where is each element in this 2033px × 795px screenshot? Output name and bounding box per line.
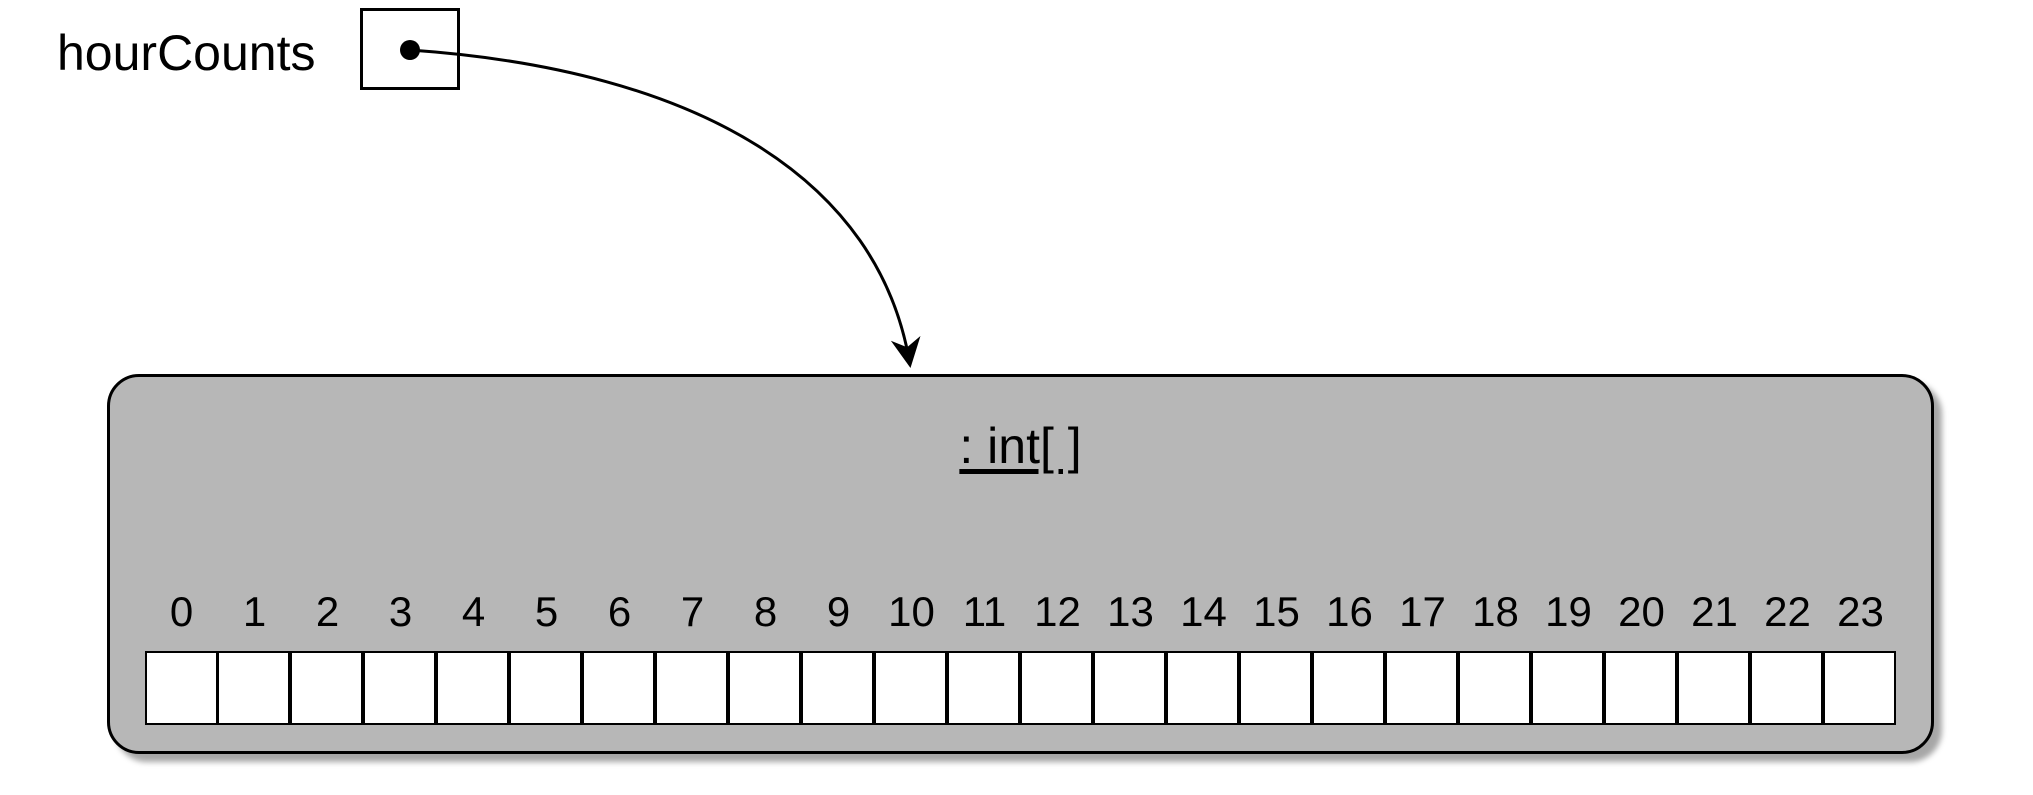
array-cell: 15 bbox=[1240, 587, 1313, 725]
array-cell-box bbox=[1604, 651, 1677, 725]
array-index-label: 18 bbox=[1472, 587, 1519, 637]
array-cell-box bbox=[874, 651, 947, 725]
array-cell: 12 bbox=[1021, 587, 1094, 725]
array-index-label: 5 bbox=[535, 587, 558, 637]
array-index-label: 21 bbox=[1691, 587, 1738, 637]
array-cell-box bbox=[801, 651, 874, 725]
object-type-label: : int[ ] bbox=[959, 417, 1081, 475]
array-cell: 2 bbox=[291, 587, 364, 725]
array-cell-box bbox=[1385, 651, 1458, 725]
array-cell: 11 bbox=[948, 587, 1021, 725]
array-index-label: 19 bbox=[1545, 587, 1592, 637]
array-cell-box bbox=[728, 651, 801, 725]
array-cell-box bbox=[509, 651, 582, 725]
array-cell: 6 bbox=[583, 587, 656, 725]
array-cell-box bbox=[1531, 651, 1604, 725]
array-cell: 23 bbox=[1824, 587, 1897, 725]
variable-name-label: hourCounts bbox=[57, 24, 316, 82]
array-cell-box bbox=[290, 651, 363, 725]
array-cell-box bbox=[1312, 651, 1385, 725]
array-cell-box bbox=[1750, 651, 1823, 725]
array-cell: 10 bbox=[875, 587, 948, 725]
array-cell: 14 bbox=[1167, 587, 1240, 725]
array-index-label: 4 bbox=[462, 587, 485, 637]
array-index-label: 12 bbox=[1034, 587, 1081, 637]
array-index-label: 15 bbox=[1253, 587, 1300, 637]
array-index-label: 2 bbox=[316, 587, 339, 637]
array-index-label: 11 bbox=[963, 587, 1007, 637]
array-cell: 0 bbox=[145, 587, 218, 725]
array-cell-box bbox=[1020, 651, 1093, 725]
reference-dot-icon bbox=[400, 40, 420, 60]
array-cell: 16 bbox=[1313, 587, 1386, 725]
diagram-canvas: hourCounts : int[ ] 01234567891011121314… bbox=[0, 0, 2033, 795]
array-cell: 18 bbox=[1459, 587, 1532, 725]
array-cell: 1 bbox=[218, 587, 291, 725]
array-cell: 13 bbox=[1094, 587, 1167, 725]
array-cell-box bbox=[1677, 651, 1750, 725]
array-index-label: 6 bbox=[608, 587, 631, 637]
array-cell-box bbox=[655, 651, 728, 725]
array-index-label: 22 bbox=[1764, 587, 1811, 637]
array-cell-box bbox=[582, 651, 655, 725]
array-cell: 9 bbox=[802, 587, 875, 725]
array-cell: 4 bbox=[437, 587, 510, 725]
array-cell-box bbox=[1239, 651, 1312, 725]
array-index-label: 10 bbox=[888, 587, 935, 637]
array-index-label: 20 bbox=[1618, 587, 1665, 637]
array-cell-box bbox=[436, 651, 509, 725]
array-index-label: 8 bbox=[754, 587, 777, 637]
array-cell: 7 bbox=[656, 587, 729, 725]
array-cell: 19 bbox=[1532, 587, 1605, 725]
array-cell: 3 bbox=[364, 587, 437, 725]
array-cell: 20 bbox=[1605, 587, 1678, 725]
array-index-label: 23 bbox=[1837, 587, 1884, 637]
array-cell: 17 bbox=[1386, 587, 1459, 725]
array-cell: 21 bbox=[1678, 587, 1751, 725]
array-cell-box bbox=[217, 651, 290, 725]
array-cell: 22 bbox=[1751, 587, 1824, 725]
array-cell-box bbox=[1823, 651, 1896, 725]
array-index-label: 3 bbox=[389, 587, 412, 637]
array-index-label: 13 bbox=[1107, 587, 1154, 637]
array-index-label: 0 bbox=[170, 587, 193, 637]
array-index-label: 17 bbox=[1399, 587, 1446, 637]
array-cell-box bbox=[1093, 651, 1166, 725]
array-cell-box bbox=[1458, 651, 1531, 725]
array-cell-box bbox=[1166, 651, 1239, 725]
array-cell-box bbox=[947, 651, 1020, 725]
array-index-label: 1 bbox=[243, 587, 266, 637]
array-cell-box bbox=[363, 651, 436, 725]
array-index-label: 9 bbox=[827, 587, 850, 637]
array-cell: 5 bbox=[510, 587, 583, 725]
array-index-label: 16 bbox=[1326, 587, 1373, 637]
array-cell: 8 bbox=[729, 587, 802, 725]
array-cells-row: 01234567891011121314151617181920212223 bbox=[145, 587, 1897, 725]
array-object-box: : int[ ] 0123456789101112131415161718192… bbox=[107, 374, 1934, 754]
array-cell-box bbox=[145, 651, 218, 725]
array-index-label: 14 bbox=[1180, 587, 1227, 637]
array-index-label: 7 bbox=[681, 587, 704, 637]
